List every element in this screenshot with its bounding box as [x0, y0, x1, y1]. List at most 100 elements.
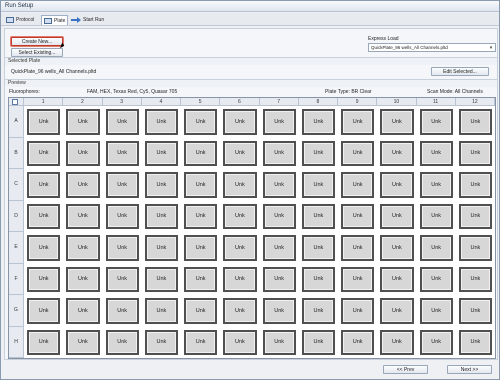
tab-plate[interactable]: Plate [41, 15, 69, 25]
plate-well[interactable]: Unk [458, 203, 492, 229]
plate-well[interactable]: Unk [144, 266, 178, 292]
plate-well[interactable]: Unk [458, 140, 492, 166]
plate-well[interactable]: Unk [341, 235, 375, 261]
edit-selected-button[interactable]: Edit Selected... [431, 67, 489, 76]
plate-well[interactable]: Unk [27, 203, 61, 229]
plate-well[interactable]: Unk [458, 266, 492, 292]
plate-well[interactable]: Unk [419, 329, 453, 355]
plate-well[interactable]: Unk [105, 203, 139, 229]
plate-well[interactable]: Unk [105, 140, 139, 166]
plate-well[interactable]: Unk [458, 298, 492, 324]
column-header[interactable]: 3 [102, 98, 142, 106]
plate-well[interactable]: Unk [301, 266, 335, 292]
plate-well[interactable]: Unk [341, 266, 375, 292]
select-all-checkbox[interactable] [12, 99, 18, 105]
plate-well[interactable]: Unk [66, 109, 100, 135]
plate-well[interactable]: Unk [184, 329, 218, 355]
express-load-select[interactable]: QuickPlate_96 wells_All Channels.pltd ▾ [368, 43, 496, 52]
plate-well[interactable]: Unk [184, 203, 218, 229]
plate-well[interactable]: Unk [458, 172, 492, 198]
plate-well[interactable]: Unk [301, 109, 335, 135]
plate-well[interactable]: Unk [223, 172, 257, 198]
plate-well[interactable]: Unk [380, 172, 414, 198]
plate-well[interactable]: Unk [458, 235, 492, 261]
plate-well[interactable]: Unk [223, 203, 257, 229]
plate-well[interactable]: Unk [419, 140, 453, 166]
plate-well[interactable]: Unk [144, 109, 178, 135]
plate-well[interactable]: Unk [419, 203, 453, 229]
row-header[interactable]: H [9, 326, 24, 358]
plate-well[interactable]: Unk [301, 140, 335, 166]
plate-well[interactable]: Unk [27, 140, 61, 166]
plate-well[interactable]: Unk [27, 109, 61, 135]
select-all-corner[interactable] [9, 98, 24, 106]
plate-well[interactable]: Unk [144, 298, 178, 324]
plate-well[interactable]: Unk [262, 172, 296, 198]
tab-start-run[interactable]: Start Run [69, 15, 106, 25]
plate-well[interactable]: Unk [301, 235, 335, 261]
plate-well[interactable]: Unk [341, 329, 375, 355]
plate-well[interactable]: Unk [341, 140, 375, 166]
plate-well[interactable]: Unk [105, 109, 139, 135]
plate-well[interactable]: Unk [262, 266, 296, 292]
plate-well[interactable]: Unk [380, 140, 414, 166]
plate-well[interactable]: Unk [380, 298, 414, 324]
plate-well[interactable]: Unk [144, 172, 178, 198]
plate-well[interactable]: Unk [380, 109, 414, 135]
plate-well[interactable]: Unk [301, 203, 335, 229]
plate-well[interactable]: Unk [458, 109, 492, 135]
plate-well[interactable]: Unk [419, 298, 453, 324]
plate-well[interactable]: Unk [66, 235, 100, 261]
plate-well[interactable]: Unk [144, 203, 178, 229]
prev-button[interactable]: << Prev [383, 365, 428, 374]
column-header[interactable]: 4 [141, 98, 181, 106]
plate-well[interactable]: Unk [144, 140, 178, 166]
plate-well[interactable]: Unk [184, 298, 218, 324]
plate-well[interactable]: Unk [341, 298, 375, 324]
column-header[interactable]: 5 [181, 98, 221, 106]
plate-well[interactable]: Unk [223, 140, 257, 166]
plate-well[interactable]: Unk [301, 329, 335, 355]
plate-well[interactable]: Unk [66, 298, 100, 324]
column-header[interactable]: 6 [220, 98, 260, 106]
plate-well[interactable]: Unk [223, 235, 257, 261]
plate-well[interactable]: Unk [27, 329, 61, 355]
plate-well[interactable]: Unk [262, 109, 296, 135]
row-header[interactable]: B [9, 137, 24, 169]
column-header[interactable]: 8 [298, 98, 338, 106]
plate-well[interactable]: Unk [184, 266, 218, 292]
row-header[interactable]: E [9, 232, 24, 264]
plate-well[interactable]: Unk [27, 235, 61, 261]
column-header[interactable]: 11 [416, 98, 456, 106]
plate-well[interactable]: Unk [184, 235, 218, 261]
plate-well[interactable]: Unk [262, 235, 296, 261]
column-header[interactable]: 1 [24, 98, 64, 106]
tab-protocol[interactable]: Protocol [4, 15, 36, 25]
plate-well[interactable]: Unk [419, 172, 453, 198]
plate-well[interactable]: Unk [105, 172, 139, 198]
plate-well[interactable]: Unk [223, 329, 257, 355]
plate-well[interactable]: Unk [66, 329, 100, 355]
plate-well[interactable]: Unk [380, 235, 414, 261]
plate-well[interactable]: Unk [105, 329, 139, 355]
plate-well[interactable]: Unk [66, 266, 100, 292]
plate-well[interactable]: Unk [341, 172, 375, 198]
plate-well[interactable]: Unk [144, 329, 178, 355]
row-header[interactable]: G [9, 295, 24, 327]
plate-well[interactable]: Unk [419, 235, 453, 261]
plate-well[interactable]: Unk [301, 298, 335, 324]
plate-well[interactable]: Unk [66, 172, 100, 198]
plate-well[interactable]: Unk [458, 329, 492, 355]
column-header[interactable]: 12 [455, 98, 495, 106]
column-header[interactable]: 9 [338, 98, 378, 106]
plate-well[interactable]: Unk [105, 298, 139, 324]
plate-well[interactable]: Unk [184, 172, 218, 198]
plate-well[interactable]: Unk [144, 235, 178, 261]
column-header[interactable]: 2 [63, 98, 103, 106]
plate-well[interactable]: Unk [66, 140, 100, 166]
plate-well[interactable]: Unk [223, 298, 257, 324]
plate-well[interactable]: Unk [184, 140, 218, 166]
plate-well[interactable]: Unk [262, 329, 296, 355]
plate-well[interactable]: Unk [262, 298, 296, 324]
plate-well[interactable]: Unk [380, 329, 414, 355]
